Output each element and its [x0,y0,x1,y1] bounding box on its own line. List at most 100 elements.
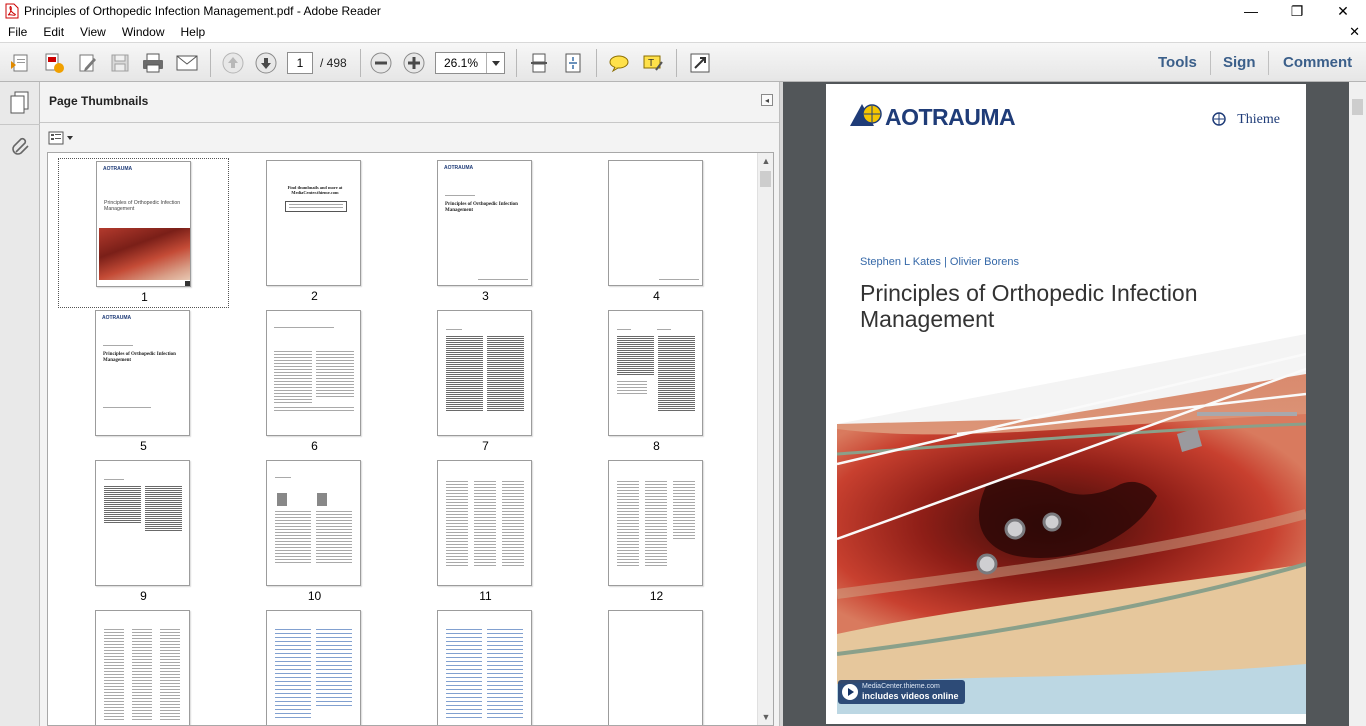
zoom-value: 26.1% [443,56,479,70]
minimize-button[interactable]: — [1228,0,1274,22]
thumbnail-page-8[interactable]: 8 [571,308,742,458]
page-thumbnail[interactable] [266,310,361,436]
page-thumbnail[interactable]: AOTRAUMA Principles of Orthopedic Infect… [96,161,191,287]
page-thumbnail[interactable] [608,160,703,286]
save-icon[interactable] [108,51,132,75]
pdf-file-icon [4,3,20,19]
thumbnail-options-icon[interactable] [48,130,76,146]
page-thumbnail[interactable] [95,610,190,725]
thumbnail-page-6[interactable]: 6 [229,308,400,458]
export-pdf-icon[interactable] [42,51,66,75]
page-thumbnail[interactable]: AOTRAUMA Principles of Orthopedic Infect… [95,310,190,436]
tools-pane-button[interactable]: Tools [1158,54,1197,71]
cover-authors: Stephen L Kates | Olivier Borens [860,256,1019,268]
menu-help[interactable]: Help [173,25,214,39]
thumbnail-page-7[interactable]: 7 [400,308,571,458]
email-icon[interactable] [175,51,199,75]
thumbnail-page-13[interactable] [58,608,229,725]
thumbnail-page-16[interactable] [571,608,742,725]
mini-text-column [316,511,352,563]
page-thumbnail[interactable] [608,310,703,436]
page-thumbnail[interactable] [608,460,703,586]
page-number-label: 7 [482,439,489,453]
collapse-panel-icon[interactable]: ◂ [761,94,773,106]
scroll-down-arrow-icon[interactable]: ▼ [758,709,773,725]
fit-page-icon[interactable] [561,51,585,75]
toolbar-separator [360,49,361,77]
mini-toc-column [275,629,311,721]
page-thumbnail[interactable] [266,460,361,586]
previous-page-icon[interactable] [221,51,245,75]
window-title: Principles of Orthopedic Infection Manag… [24,4,381,18]
scrolling-mode-icon[interactable] [527,51,551,75]
thumbnail-page-10[interactable]: 10 [229,458,400,608]
cover-surgical-photo [836,334,1306,714]
restore-button[interactable]: ❐ [1274,0,1320,22]
media-center-url: MediaCenter.thieme.com [862,683,940,690]
page-thumbnail[interactable] [437,310,532,436]
highlight-text-icon[interactable]: T [641,51,665,75]
page-number-label: 6 [311,439,318,453]
close-document-button[interactable]: ✕ [1349,24,1360,40]
thumbnail-page-3[interactable]: AOTRAUMA Principles of Orthopedic Infect… [400,158,571,308]
sign-pane-button[interactable]: Sign [1223,54,1256,71]
zoom-in-icon[interactable] [402,51,426,75]
mini-text [275,477,291,479]
page-thumbnail[interactable]: AOTRAUMA Principles of Orthopedic Infect… [437,160,532,286]
page-thumbnail[interactable]: Find thumbnails and more at MediaCenter.… [266,160,361,286]
scroll-up-arrow-icon[interactable]: ▲ [758,153,773,169]
scrollbar-thumb[interactable] [1352,99,1363,115]
thumbnail-page-11[interactable]: 11 [400,458,571,608]
ao-logo-icon [848,102,884,131]
thumbnail-page-9[interactable]: 9 [58,458,229,608]
title-bar: Principles of Orthopedic Infection Manag… [0,0,1366,22]
mini-text-column [446,481,468,567]
thumbnail-page-5[interactable]: AOTRAUMA Principles of Orthopedic Infect… [58,308,229,458]
page-number-input[interactable]: 1 [287,52,313,74]
mini-text-column [487,336,524,412]
attachments-icon[interactable] [10,134,30,159]
thumbnail-scrollbar[interactable]: ▲ ▼ [757,153,773,725]
document-scrollbar[interactable] [1349,82,1366,726]
thumbnails-panel: Page Thumbnails ◂ AOTRAUMA Principles of… [40,82,779,726]
thumbnail-page-2[interactable]: Find thumbnails and more at MediaCenter.… [229,158,400,308]
zoom-level-select[interactable]: 26.1% [435,52,505,74]
comment-pane-button[interactable]: Comment [1283,54,1352,71]
page-thumbnail[interactable] [437,460,532,586]
mini-text-column [446,336,483,412]
page-thumbnail[interactable] [266,610,361,725]
print-icon[interactable] [141,51,165,75]
mini-text [617,381,647,395]
page-number-label: 9 [140,589,147,603]
mini-text [104,479,124,481]
zoom-out-icon[interactable] [369,51,393,75]
page-thumbnail[interactable] [608,610,703,725]
page-number-label: 12 [649,589,664,603]
full-screen-icon[interactable] [688,51,712,75]
mini-heading: Find thumbnails and more at MediaCenter.… [287,185,343,195]
thumbnail-page-15[interactable] [400,608,571,725]
chevron-down-icon[interactable] [486,53,504,73]
thumbnail-page-12[interactable]: 12 [571,458,742,608]
next-page-icon[interactable] [254,51,278,75]
menu-view[interactable]: View [72,25,114,39]
scrollbar-thumb[interactable] [760,171,771,187]
page-number-label: 4 [653,289,660,303]
create-pdf-icon[interactable] [8,51,32,75]
thumbnail-page-14[interactable] [229,608,400,725]
sticky-note-icon[interactable] [607,51,631,75]
menu-window[interactable]: Window [114,25,173,39]
mini-text-column [316,351,354,399]
thumbnail-page-4[interactable]: 4 [571,158,742,308]
menu-edit[interactable]: Edit [35,25,72,39]
edit-pdf-icon[interactable] [76,51,100,75]
thumbnail-page-1[interactable]: AOTRAUMA Principles of Orthopedic Infect… [58,158,229,308]
page-thumbnail[interactable] [95,460,190,586]
menu-file[interactable]: File [0,25,35,39]
page-thumbnails-icon[interactable] [9,90,31,117]
close-window-button[interactable]: ✕ [1320,0,1366,22]
mini-text-column [474,481,496,567]
page-thumbnail[interactable] [437,610,532,725]
page-number-label: 1 [141,290,148,304]
toolbar-separator [210,49,211,77]
